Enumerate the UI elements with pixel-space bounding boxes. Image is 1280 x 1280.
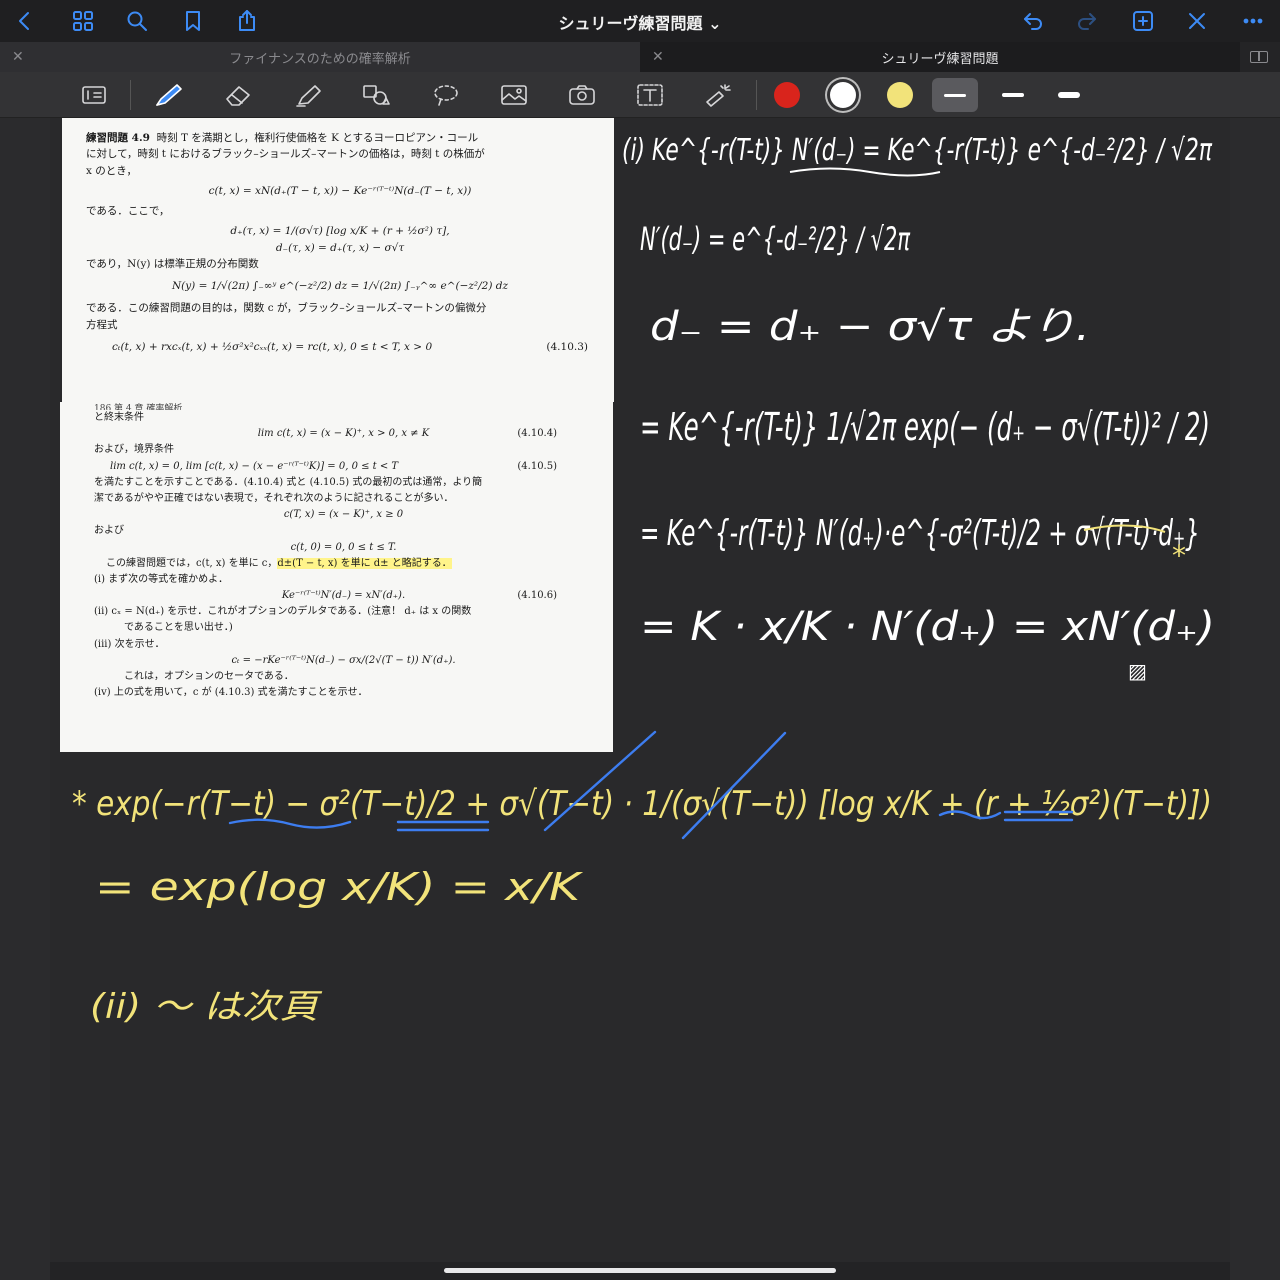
color-swatch-red[interactable] <box>774 82 800 108</box>
highlighted-text: d±(T − t, x) を単に d± と略記する． <box>277 557 452 569</box>
camera-icon[interactable] <box>564 80 600 110</box>
close-icon[interactable]: ✕ <box>12 49 24 65</box>
tab-label: シュリーヴ練習問題 <box>881 51 999 67</box>
text-line: (i) まず次の等式を確かめよ． <box>94 573 229 585</box>
toolbar-divider <box>756 80 757 110</box>
equation: c(t, 0) = 0, 0 ≤ t ≤ T. <box>290 541 397 553</box>
back-chevron-icon[interactable] <box>10 6 40 36</box>
pdf-excerpt-exercise-4-9: 練習問題 4.9 時刻 T を満期とし，権利行使価格を K とするヨーロピアン・… <box>62 118 614 402</box>
text-line: この練習問題では，c(t, x) を単に c， <box>106 557 278 569</box>
add-page-icon[interactable] <box>1128 6 1158 36</box>
text-line: (iii) 次を示せ． <box>94 638 165 650</box>
pdf-excerpt-page-186: 186 第 4 章 確率解析 と終末条件 lim c(t, x) = (x − … <box>60 402 613 752</box>
text-line: 潔であるがやや正確ではない表現で，それぞれ次のように記されることが多い． <box>94 492 454 504</box>
text-line: を満たすことを示すことである．(4.10.4) 式と (4.10.5) 式の最初… <box>94 476 483 488</box>
document-title-button[interactable]: シュリーヴ練習問題 ⌄ <box>559 14 722 33</box>
image-icon[interactable] <box>496 80 532 110</box>
highlighter-icon[interactable] <box>290 80 326 110</box>
text-line: 時刻 T を満期とし，権利行使価格を K とするヨーロピアン・コール <box>156 132 479 144</box>
navigation-bar: シュリーヴ練習問題 ⌄ <box>0 0 1280 42</box>
shapes-icon[interactable] <box>358 80 394 110</box>
equation-number: (4.10.3) <box>546 340 588 353</box>
text-line: および <box>94 525 124 537</box>
stroke-thick[interactable] <box>1046 78 1092 112</box>
text-icon[interactable] <box>632 80 668 110</box>
tab-finance-textbook[interactable]: ✕ ファイナンスのための確率解析 <box>0 42 640 72</box>
thumbnails-grid-icon[interactable] <box>68 6 98 36</box>
annotation-toolbar <box>0 72 1280 118</box>
equation: c(T, x) = (x − K)⁺, x ≥ 0 <box>283 509 404 521</box>
redo-icon[interactable] <box>1072 6 1102 36</box>
text-line: および，境界条件 <box>94 444 174 456</box>
equation: N(y) = 1/√(2π) ∫₋∞ʸ e^(−z²/2) dz = 1/√(2… <box>171 280 509 293</box>
text-line: x のとき， <box>86 164 137 177</box>
share-icon[interactable] <box>232 6 262 36</box>
page-header: 186 第 4 章 確率解析 <box>94 404 183 410</box>
equation: cₜ(t, x) + rxcₓ(t, x) + ½σ²x²cₓₓ(t, x) =… <box>112 340 433 353</box>
text-line: (iv) 上の式を用いて，c が (4.10.3) 式を満たすことを示せ． <box>94 687 368 699</box>
lasso-icon[interactable] <box>428 80 464 110</box>
text-line: と終末条件 <box>94 412 144 423</box>
text-line: である．この練習問題の目的は，関数 c が，ブラック–ショールズ–マートンの偏微… <box>86 302 487 315</box>
laser-pointer-icon[interactable] <box>700 80 736 110</box>
text-line: であり，N(y) は標準正規の分布関数 <box>86 257 259 270</box>
text-line: である．ここで， <box>86 205 170 218</box>
text-line: これは，オプションのセータである． <box>124 671 294 682</box>
close-annotation-mode-icon[interactable] <box>1182 6 1212 36</box>
text-line: 方程式 <box>86 318 118 331</box>
tab-label: ファイナンスのための確率解析 <box>229 51 411 67</box>
equation: d₋(τ, x) = d₊(τ, x) − σ√τ <box>275 241 405 254</box>
close-icon[interactable]: ✕ <box>652 49 664 65</box>
equation: d₊(τ, x) = 1/(σ√τ) [log x/K + (r + ½σ²) … <box>230 225 450 238</box>
equation: c(t, x) = xN(d₊(T − t, x)) − Ke⁻ʳ⁽ᵀ⁻ᵗ⁾N(… <box>208 184 472 197</box>
split-view-icon[interactable] <box>1250 51 1268 63</box>
exercise-heading: 練習問題 4.9 <box>86 132 150 144</box>
text-line: に対して，時刻 t におけるブラック–ショールズ–マートンの価格は，時刻 t の… <box>86 148 485 161</box>
equation-number: (4.10.5) <box>517 460 557 472</box>
more-options-icon[interactable] <box>1238 6 1268 36</box>
color-swatch-yellow[interactable] <box>887 82 913 108</box>
eraser-icon[interactable] <box>220 80 256 110</box>
document-tabs: ✕ ファイナンスのための確率解析 ✕ シュリーヴ練習問題 <box>0 42 1280 72</box>
stroke-thin-selected[interactable] <box>932 78 978 112</box>
equation-number: (4.10.4) <box>517 428 557 440</box>
bookmark-icon[interactable] <box>178 6 208 36</box>
tab-shreve-exercises[interactable]: ✕ シュリーヴ練習問題 <box>640 42 1240 72</box>
undo-icon[interactable] <box>1018 6 1048 36</box>
equation-number: (4.10.6) <box>517 590 557 602</box>
stroke-medium[interactable] <box>990 78 1036 112</box>
toolbar-divider <box>130 80 131 110</box>
text-line: であることを思い出せ．) <box>124 622 233 634</box>
search-icon[interactable] <box>122 6 152 36</box>
color-swatch-white-selected[interactable] <box>830 82 856 108</box>
home-indicator[interactable] <box>444 1268 836 1273</box>
pen-icon[interactable] <box>150 80 186 110</box>
equation: cₜ = −rKe⁻ʳ⁽ᵀ⁻ᵗ⁾N(d₋) − σx/(2√(T − t)) N… <box>231 654 456 666</box>
text-line: (ii) cₓ = N(d₊) を示せ．これがオプションのデルタである．(注意！… <box>94 606 472 618</box>
lasso-select-icon[interactable] <box>76 80 112 110</box>
